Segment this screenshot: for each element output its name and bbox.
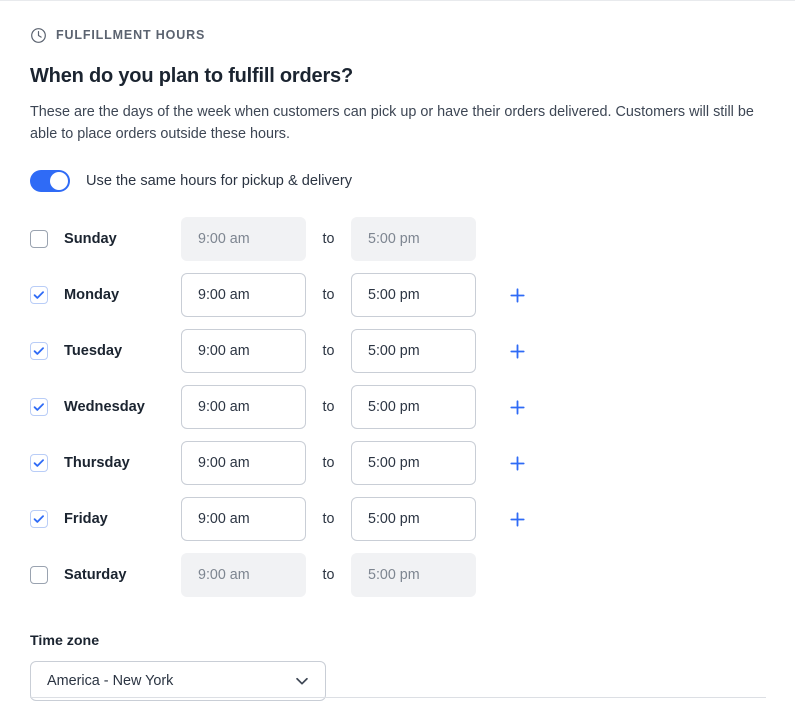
end-time-value: 5:00 pm (368, 511, 420, 527)
start-time-input-monday[interactable]: 9:00 am (181, 273, 306, 317)
start-time-input-friday[interactable]: 9:00 am (181, 497, 306, 541)
start-time-input-thursday[interactable]: 9:00 am (181, 441, 306, 485)
timezone-select[interactable]: America - New York (30, 661, 326, 701)
same-hours-toggle-label: Use the same hours for pickup & delivery (86, 172, 353, 189)
day-label-saturday: Saturday (64, 567, 127, 583)
end-time-input-wednesday[interactable]: 5:00 pm (351, 385, 476, 429)
end-time-value: 5:00 pm (368, 343, 420, 359)
start-time-value: 9:00 am (198, 511, 250, 527)
day-label-tuesday: Tuesday (64, 343, 123, 359)
start-time-value: 9:00 am (198, 287, 250, 303)
day-checkbox-thursday[interactable] (30, 454, 48, 472)
chevron-down-icon (296, 677, 308, 685)
day-row: Saturday 9:00 am to 5:00 pm (30, 547, 765, 603)
to-label: to (322, 399, 335, 415)
timezone-section: Time zone America - New York (30, 633, 765, 701)
end-time-input-friday[interactable]: 5:00 pm (351, 497, 476, 541)
end-time-value: 5:00 pm (368, 287, 420, 303)
page-title: When do you plan to fulfill orders? (30, 65, 353, 87)
day-checkbox-wednesday[interactable] (30, 398, 48, 416)
plus-icon (509, 511, 525, 527)
day-checkbox-saturday[interactable] (30, 566, 48, 584)
fulfillment-hours-panel: FULFILLMENT HOURS When do you plan to fu… (0, 0, 795, 701)
section-eyebrow-label: FULFILLMENT HOURS (56, 27, 206, 42)
start-time-value: 9:00 am (198, 455, 250, 471)
checkmark-icon (33, 347, 44, 355)
end-time-input-tuesday[interactable]: 5:00 pm (351, 329, 476, 373)
to-label: to (322, 511, 335, 527)
section-eyebrow: FULFILLMENT HOURS (30, 26, 765, 44)
to-label: to (322, 231, 335, 247)
end-time-input-saturday[interactable]: 5:00 pm (351, 553, 476, 597)
checkmark-icon (33, 291, 44, 299)
plus-icon (509, 399, 525, 415)
to-label: to (322, 455, 335, 471)
day-checkbox-sunday[interactable] (30, 230, 48, 248)
plus-icon (509, 343, 525, 359)
day-checkbox-tuesday[interactable] (30, 342, 48, 360)
end-time-value: 5:00 pm (368, 399, 420, 415)
checkmark-icon (33, 403, 44, 411)
day-row: Sunday 9:00 am to 5:00 pm (30, 211, 765, 267)
to-label: to (322, 343, 335, 359)
add-interval-button-friday[interactable] (500, 502, 534, 536)
day-label-friday: Friday (64, 511, 108, 527)
day-checkbox-friday[interactable] (30, 510, 48, 528)
to-label: to (322, 287, 335, 303)
day-row: Thursday 9:00 am to 5:00 pm (30, 435, 765, 491)
add-interval-button-monday[interactable] (500, 278, 534, 312)
day-row: Friday 9:00 am to 5:00 pm (30, 491, 765, 547)
add-interval-button-thursday[interactable] (500, 446, 534, 480)
section-description: These are the days of the week when cust… (30, 104, 754, 142)
start-time-input-sunday[interactable]: 9:00 am (181, 217, 306, 261)
end-time-value: 5:00 pm (368, 231, 420, 247)
same-hours-toggle-row: Use the same hours for pickup & delivery (30, 169, 765, 193)
timezone-label: Time zone (30, 633, 100, 649)
add-interval-button-wednesday[interactable] (500, 390, 534, 424)
end-time-input-monday[interactable]: 5:00 pm (351, 273, 476, 317)
day-row: Wednesday 9:00 am to 5:00 pm (30, 379, 765, 435)
schedule-day-list: Sunday 9:00 am to 5:00 pm Monday 9:00 am… (30, 211, 765, 603)
timezone-selected-value: America - New York (47, 673, 174, 689)
checkmark-icon (33, 515, 44, 523)
end-time-input-sunday[interactable]: 5:00 pm (351, 217, 476, 261)
start-time-input-tuesday[interactable]: 9:00 am (181, 329, 306, 373)
end-time-value: 5:00 pm (368, 567, 420, 583)
plus-icon (509, 287, 525, 303)
clock-icon (31, 27, 46, 43)
same-hours-toggle[interactable] (30, 170, 70, 192)
day-row: Monday 9:00 am to 5:00 pm (30, 267, 765, 323)
start-time-input-wednesday[interactable]: 9:00 am (181, 385, 306, 429)
start-time-value: 9:00 am (198, 343, 250, 359)
checkmark-icon (33, 459, 44, 467)
end-time-value: 5:00 pm (368, 455, 420, 471)
day-label-thursday: Thursday (64, 455, 130, 471)
day-label-wednesday: Wednesday (64, 399, 145, 415)
start-time-input-saturday[interactable]: 9:00 am (181, 553, 306, 597)
start-time-value: 9:00 am (198, 399, 250, 415)
day-label-sunday: Sunday (64, 231, 117, 247)
plus-icon (509, 455, 525, 471)
day-row: Tuesday 9:00 am to 5:00 pm (30, 323, 765, 379)
end-time-input-thursday[interactable]: 5:00 pm (351, 441, 476, 485)
start-time-value: 9:00 am (198, 567, 250, 583)
day-label-monday: Monday (64, 287, 120, 303)
to-label: to (322, 567, 335, 583)
toggle-knob (50, 172, 68, 190)
bottom-divider (30, 697, 766, 698)
start-time-value: 9:00 am (198, 231, 250, 247)
add-interval-button-tuesday[interactable] (500, 334, 534, 368)
day-checkbox-monday[interactable] (30, 286, 48, 304)
